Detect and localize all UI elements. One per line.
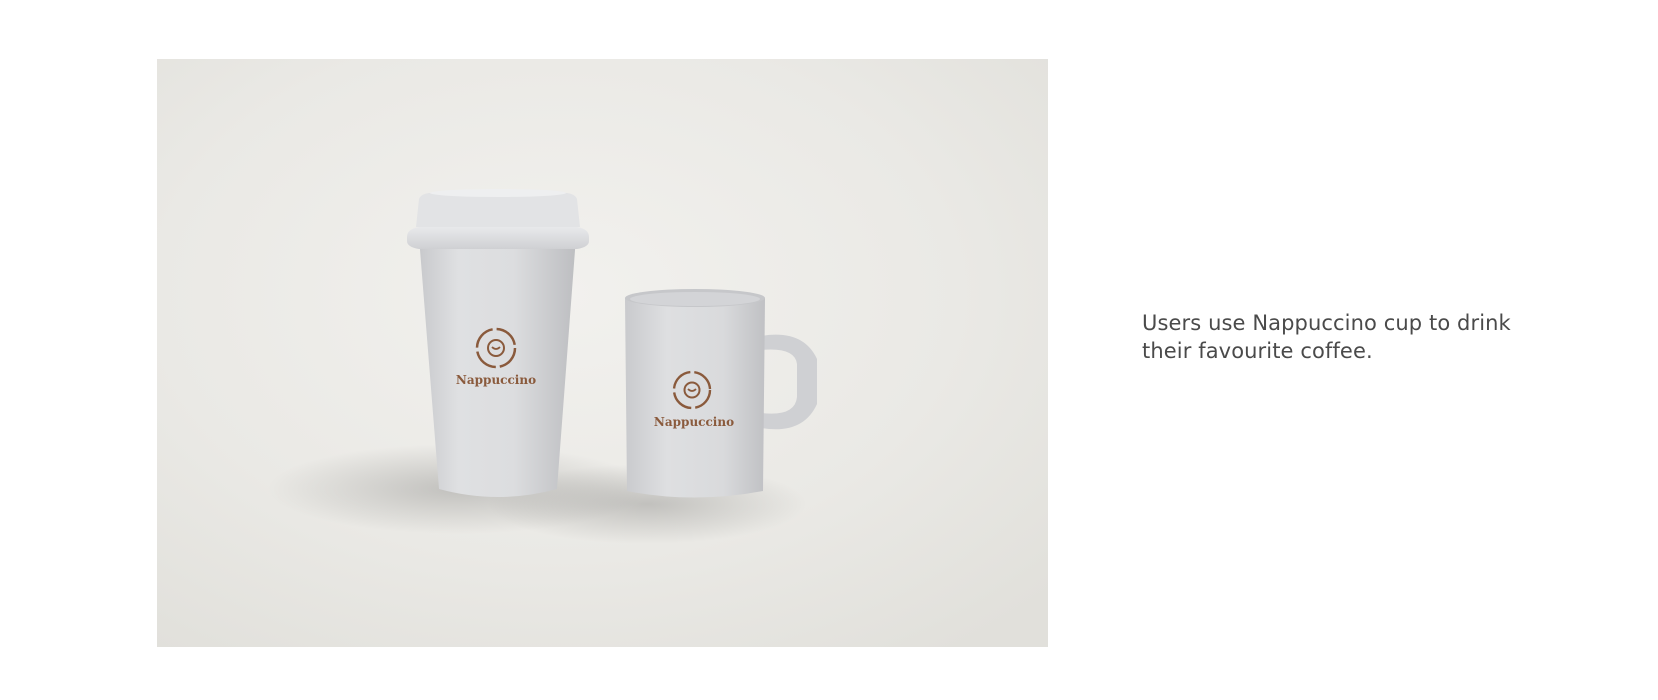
cup-brand-label: Nappuccino xyxy=(456,373,536,387)
mug-brand-label: Nappuccino xyxy=(654,415,734,429)
product-caption: Users use Nappuccino cup to drink their … xyxy=(1142,311,1511,363)
product-photo: Nappuccino Nappuccino xyxy=(157,59,1048,647)
